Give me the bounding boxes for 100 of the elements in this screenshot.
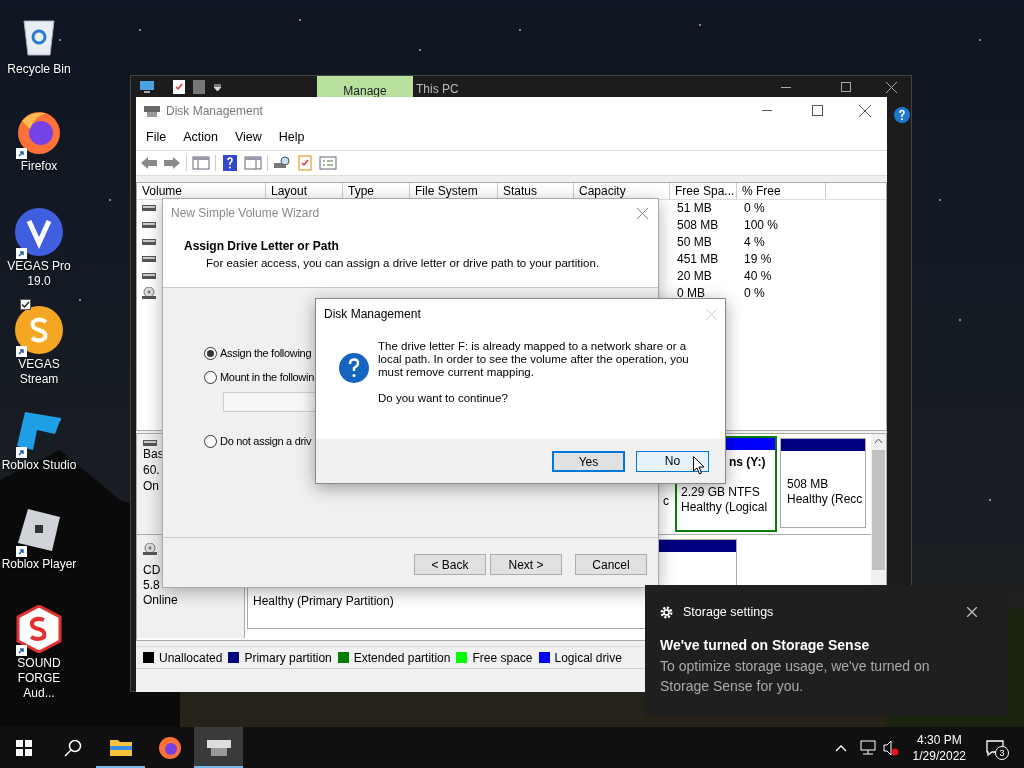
notification-body: To optimize storage usage, we've turned on Storage Sense for you. xyxy=(660,656,931,696)
partition-text: ns (Y:) xyxy=(729,455,766,471)
cursor-icon xyxy=(693,456,705,475)
minimize-icon[interactable] xyxy=(781,86,791,88)
wizard-subtitle: For easier access, you can assign a drive letter or drive path to your partition. xyxy=(206,256,600,271)
pane-icon[interactable] xyxy=(244,154,262,171)
desktop-icon-label[interactable]: Firefox xyxy=(1,159,77,174)
close-icon[interactable] xyxy=(859,104,871,117)
wizard-button[interactable]: Next > xyxy=(490,554,562,575)
maximize-icon[interactable] xyxy=(841,82,851,92)
action-center-icon[interactable] xyxy=(986,739,1004,756)
checkbox-icon[interactable] xyxy=(20,299,31,310)
disk-label: On xyxy=(143,478,159,495)
radio-button[interactable] xyxy=(204,346,217,360)
wizard-heading: Assign Drive Letter or Path xyxy=(184,238,339,255)
recovery-partition[interactable]: 508 MB Healthy (Recc xyxy=(780,438,866,529)
forward-arrow-icon[interactable] xyxy=(163,154,181,171)
notification-header: Storage settings xyxy=(683,604,774,621)
desktop-icon-label[interactable]: Recycle Bin xyxy=(1,62,77,77)
ribbon-tab[interactable]: This PC xyxy=(413,76,509,98)
table-cell-text: 100 % xyxy=(743,217,780,235)
partition-text: 2.29 GB NTFS xyxy=(681,485,760,501)
roblox-player-icon xyxy=(16,507,62,553)
table-cell-text: 0 % xyxy=(743,200,766,218)
menu-item[interactable]: Help xyxy=(278,128,305,147)
desktop-icon-label[interactable]: Roblox Player xyxy=(1,557,77,572)
radio-button[interactable] xyxy=(204,370,217,384)
table-cell-text: 50 MB xyxy=(676,234,713,252)
close-icon[interactable] xyxy=(967,607,977,618)
checklist-icon xyxy=(173,80,185,94)
legend-label: Extended partition xyxy=(353,649,451,667)
minimize-icon[interactable] xyxy=(762,110,772,112)
scroll-thumb[interactable] xyxy=(872,450,885,571)
windows-start-icon[interactable] xyxy=(16,739,32,756)
drive-icon xyxy=(142,273,156,280)
close-icon[interactable] xyxy=(886,81,897,93)
disk-search-icon[interactable] xyxy=(273,154,291,171)
partition-text: 508 MB xyxy=(787,477,829,493)
menu-item[interactable]: Action xyxy=(183,128,218,147)
column-header[interactable]: Free Spa... xyxy=(670,182,737,199)
table-cell-text: 451 MB xyxy=(676,251,720,269)
desktop-icon-label[interactable]: Roblox Studio xyxy=(1,458,77,473)
radio-option[interactable]: Assign the following xyxy=(204,344,312,362)
vegas-stream-icon xyxy=(14,305,64,355)
desktop-icon-label[interactable]: VEGAS Pro 19.0 xyxy=(1,259,77,289)
disk-label: CD xyxy=(143,563,161,579)
desktop-icon-label[interactable]: VEGAS Stream xyxy=(1,357,77,387)
roblox-studio-icon xyxy=(15,410,63,452)
pane-icon[interactable] xyxy=(192,154,210,171)
dialog-button[interactable]: No xyxy=(636,450,709,472)
wizard-button[interactable]: < Back xyxy=(414,554,486,575)
computer-icon xyxy=(139,80,155,94)
radio-option[interactable]: Do not assign a driv xyxy=(204,432,312,450)
table-cell-text: 0 % xyxy=(743,285,766,303)
menu-item[interactable]: File xyxy=(146,128,167,147)
menu-item[interactable]: View xyxy=(234,128,262,147)
legend-label: Logical drive xyxy=(554,649,622,667)
drive-icon xyxy=(142,222,156,229)
table-cell-text: 19 % xyxy=(743,251,773,269)
wizard-button[interactable]: Cancel xyxy=(575,554,647,575)
taskbar-app[interactable] xyxy=(194,727,243,768)
maximize-icon[interactable] xyxy=(812,105,823,117)
disk-management-icon xyxy=(144,103,160,118)
muted-speaker-icon[interactable] xyxy=(882,739,899,756)
partition-text: Healthy (Recc xyxy=(787,492,863,508)
clock-time: 4:30 PM xyxy=(916,731,962,748)
search-icon[interactable] xyxy=(64,738,82,757)
disk-label: Online xyxy=(143,593,178,609)
ribbon-tab[interactable]: Manage xyxy=(317,76,413,98)
radio-option[interactable]: Mount in the followin xyxy=(204,368,314,386)
dialog-message: The drive letter F: is already mapped to a network share or a local path. In order to see the volume after the operation, you must remove current mapping. xyxy=(378,340,690,379)
radio-button[interactable] xyxy=(204,434,217,448)
firefox-icon xyxy=(157,735,182,760)
network-icon[interactable] xyxy=(858,739,877,756)
checklist-icon[interactable] xyxy=(296,154,314,171)
partition-text: Healthy (Primary Partition) xyxy=(253,593,394,611)
dialog-title: Disk Management xyxy=(324,306,421,323)
help-icon[interactable] xyxy=(221,154,239,171)
sound-forge-icon xyxy=(16,605,62,653)
firefox-icon xyxy=(16,109,62,155)
column-header[interactable]: % Free xyxy=(737,182,826,199)
partition-text: c xyxy=(663,493,669,511)
help-icon[interactable] xyxy=(894,107,910,123)
drive-icon xyxy=(142,205,156,212)
clock-date: 1/29/2022 xyxy=(912,747,966,764)
notification-title: We've turned on Storage Sense xyxy=(660,635,871,655)
back-arrow-icon[interactable] xyxy=(140,154,158,171)
drive-icon xyxy=(142,239,156,246)
partition-text: Healthy (Logical xyxy=(681,500,768,516)
caret-up-icon[interactable] xyxy=(834,743,847,752)
window-title: Disk Management xyxy=(166,102,263,120)
table-cell-text: 40 % xyxy=(743,268,773,286)
dialog-button[interactable]: Yes xyxy=(552,450,625,472)
table-cell-text: 4 % xyxy=(743,234,766,252)
dialog-question: Do you want to continue? xyxy=(378,392,509,405)
question-icon xyxy=(338,352,370,384)
desktop-icon-label[interactable]: SOUND FORGE Aud... xyxy=(1,656,77,701)
table-cell-text: 20 MB xyxy=(676,268,713,286)
disk-label: 60. xyxy=(143,462,160,479)
disk-label: 5.8 xyxy=(143,578,160,594)
